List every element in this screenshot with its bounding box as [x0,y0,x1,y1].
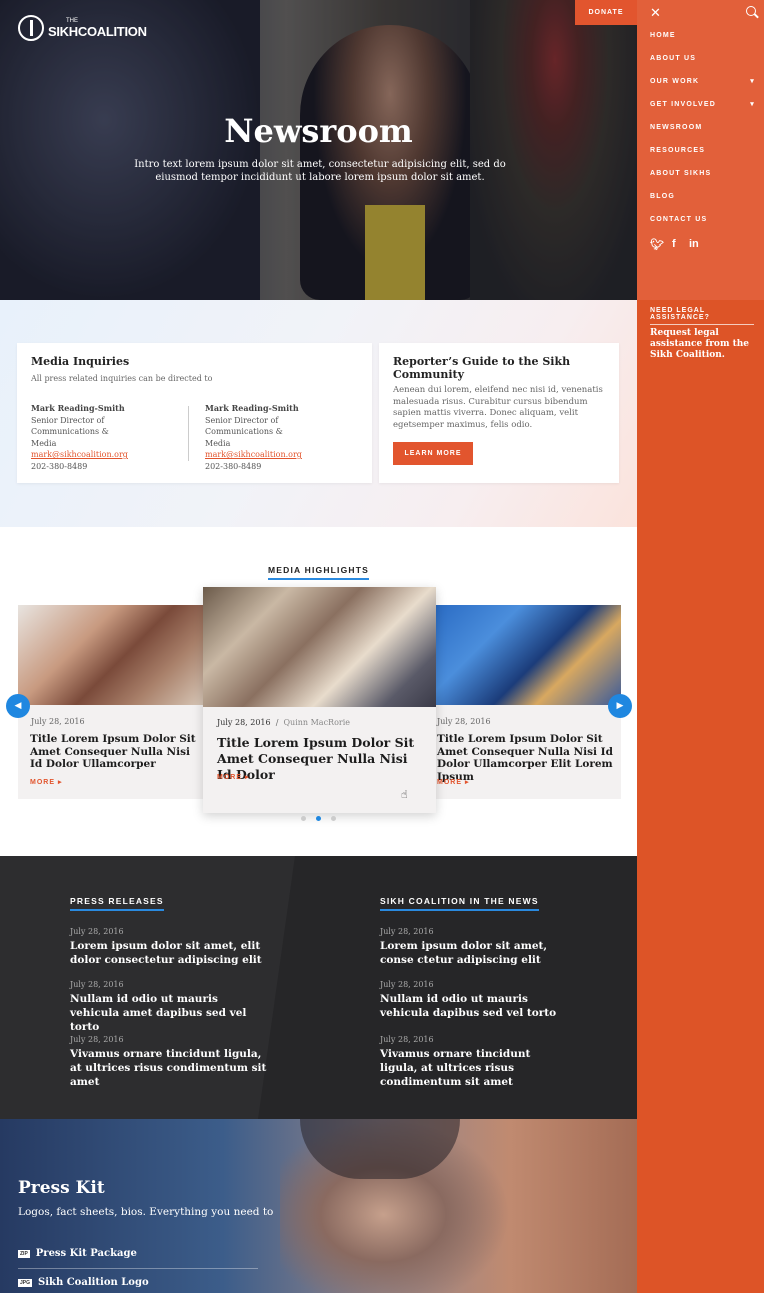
jpg-file-icon: JPG [18,1278,33,1287]
site-logo[interactable]: THE SIKHCOALITION [18,15,147,41]
twitter-icon[interactable]: 🐦︎ [650,238,664,251]
nav-label: GET INVOLVED [650,101,716,108]
news-date: July 28, 2016 [380,927,434,936]
hand-cursor-icon: ☝ [401,788,408,801]
contact-block: Mark Reading-Smith Senior Director of Co… [205,403,355,472]
carousel-dot[interactable] [301,816,306,821]
carousel-dot-active[interactable] [316,816,321,821]
linkedin-icon[interactable]: in [689,238,699,250]
contact-name: Mark Reading-Smith [205,403,299,413]
carousel-dot[interactable] [331,816,336,821]
nav-our-work[interactable]: OUR WORK ▾ [650,78,755,85]
more-link[interactable]: MORE ▸ [217,773,249,781]
hero-section [0,0,637,300]
khanda-logo-icon [18,15,44,41]
nav-resources[interactable]: RESOURCES [650,147,755,154]
download-label: Press Kit Package [35,1248,137,1259]
in-the-news-title: SIKH COALITION IN THE NEWS [380,896,539,911]
nav-blog[interactable]: BLOG [650,193,755,200]
media-highlights-label: MEDIA HIGHLIGHTS [267,565,370,580]
news-headline[interactable]: Vivamus ornare tincidunt ligula, at ultr… [380,1047,560,1089]
press-headline[interactable]: Vivamus ornare tincidunt ligula, at ultr… [70,1047,270,1089]
nav-home[interactable]: HOME [650,32,755,39]
hero-intro: Intro text lorem ipsum dolor sit amet, c… [134,159,506,183]
page-title: Newsroom [224,112,413,150]
nav-label: ABOUT SIKHS [650,170,712,177]
press-date: July 28, 2016 [70,980,124,989]
facebook-icon[interactable]: f [672,238,676,250]
logo-name: SIKHCOALITION [48,23,147,39]
donate-button[interactable]: DONATE [575,0,637,25]
news-headline[interactable]: Lorem ipsum dolor sit amet, conse ctetur… [380,939,560,967]
highlight-title[interactable]: Title Lorem Ipsum Dolor Sit Amet Consequ… [437,733,613,783]
contact-role: Senior Director of Communications & Medi… [205,415,283,448]
legal-assistance-text[interactable]: Request legal assistance from the Sikh C… [650,328,758,361]
contact-email[interactable]: mark@sikhcoalition.org [205,450,302,459]
press-date: July 28, 2016 [70,927,124,936]
press-releases-title: PRESS RELEASES [70,896,164,911]
contact-role: Senior Director of Communications & Medi… [31,415,109,448]
logo-download[interactable]: JPG Sikh Coalition Logo [18,1277,258,1288]
news-date: July 28, 2016 [380,1035,434,1044]
chevron-down-icon[interactable]: ▾ [750,77,755,85]
highlight-author: Quinn MacRorie [283,718,350,727]
news-headline[interactable]: Nullam id odio ut mauris vehicula dapibu… [380,992,560,1020]
contact-block: Mark Reading-Smith Senior Director of Co… [31,403,181,472]
contact-email[interactable]: mark@sikhcoalition.org [31,450,128,459]
more-link[interactable]: MORE ▸ [30,778,62,786]
press-date: July 28, 2016 [70,1035,124,1044]
search-icon[interactable] [746,6,756,16]
press-headline[interactable]: Nullam id odio ut mauris vehicula amet d… [70,992,270,1034]
nav-newsroom[interactable]: NEWSROOM [650,124,755,131]
highlight-image[interactable] [18,605,204,705]
media-highlights-title: MEDIA HIGHLIGHTS [0,565,637,580]
nav-label: OUR WORK [650,78,700,85]
close-icon[interactable]: ✕ [650,6,661,21]
highlight-title[interactable]: Title Lorem Ipsum Dolor Sit Amet Consequ… [30,733,198,771]
nav-label: CONTACT US [650,216,708,223]
nav-label: RESOURCES [650,147,706,154]
carousel-prev-icon[interactable]: ◀ [6,694,30,718]
learn-more-button[interactable]: LEARN MORE [393,442,473,465]
carousel-next-icon[interactable]: ▶ [608,694,632,718]
nav-label: NEWSROOM [650,124,703,131]
zip-file-icon: ZIP [18,1249,30,1258]
nav-about-sikhs[interactable]: ABOUT SIKHS [650,170,755,177]
highlight-date-author: July 28, 2016 / Quinn MacRorie [217,718,350,727]
highlight-date: July 28, 2016 [437,717,491,726]
press-kit-download[interactable]: ZIP Press Kit Package [18,1248,258,1259]
nav-contact-us[interactable]: CONTACT US [650,216,755,223]
press-kit-subtitle: Logos, fact sheets, bios. Everything you… [18,1206,274,1218]
download-label: Sikh Coalition Logo [38,1277,149,1288]
media-inquiries-title: Media Inquiries [31,355,130,368]
press-kit-title: Press Kit [18,1178,105,1198]
more-link[interactable]: MORE ▸ [437,778,469,786]
reporters-guide-title: Reporter’s Guide to the Sikh Community [393,355,571,381]
nav-about-us[interactable]: ABOUT US [650,55,755,62]
press-headline[interactable]: Lorem ipsum dolor sit amet, elit dolor c… [70,939,270,967]
contact-phone: 202-380-8489 [31,461,88,471]
news-date: July 28, 2016 [380,980,434,989]
divider [188,406,189,461]
nav-label: BLOG [650,193,676,200]
media-inquiries-subtitle: All press related inquiries can be direc… [31,374,213,383]
contact-phone: 202-380-8489 [205,461,262,471]
chevron-down-icon[interactable]: ▾ [750,100,755,108]
highlight-date: July 28, 2016 [217,718,271,727]
divider [18,1268,258,1269]
contact-name: Mark Reading-Smith [31,403,125,413]
legal-assistance-heading[interactable]: NEED LEGAL ASSISTANCE? [650,307,754,325]
nav-label: HOME [650,32,676,39]
highlight-image[interactable] [203,587,436,707]
nav-get-involved[interactable]: GET INVOLVED ▾ [650,101,755,108]
nav-label: ABOUT US [650,55,697,62]
highlight-date: July 28, 2016 [31,717,85,726]
highlight-image[interactable] [436,605,621,705]
reporters-guide-text: Aenean dui lorem, eleifend nec nisi id, … [393,385,603,430]
logo-the: THE [66,18,78,24]
